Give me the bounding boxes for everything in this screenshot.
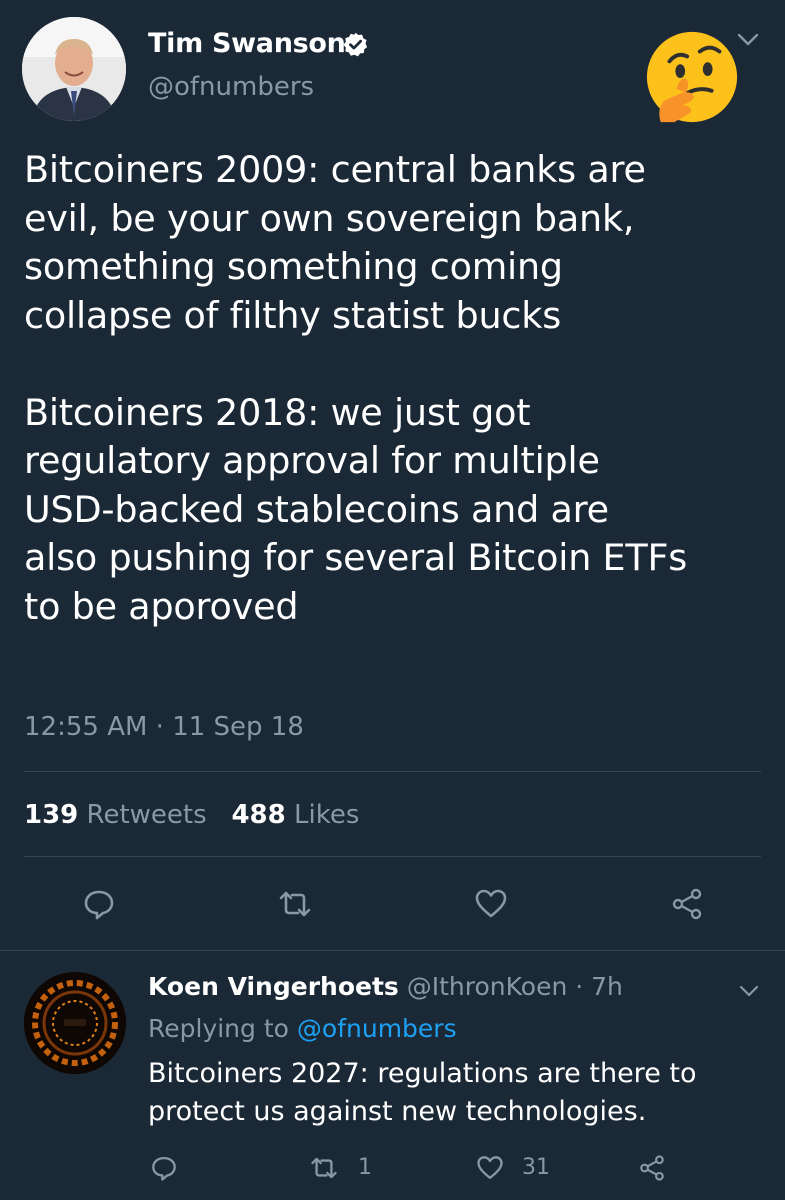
likes-label: Likes (293, 800, 360, 830)
retweets-stat[interactable]: 139 Retweets (24, 800, 207, 830)
likes-count: 488 (231, 800, 286, 830)
reply-text: Bitcoiners 2027: regulations are there t… (148, 1058, 697, 1127)
author-name[interactable]: Tim Swanson (148, 28, 346, 59)
reply-header: Koen Vingerhoets @IthronKoen · 7h (148, 972, 623, 1001)
divider (24, 771, 761, 772)
tweet-text: Bitcoiners 2009: central banks are evil,… (24, 148, 688, 628)
like-icon[interactable] (474, 887, 508, 921)
reply-like-count: 31 (522, 1155, 550, 1180)
author-avatar[interactable] (22, 17, 126, 121)
reply-author-name[interactable]: Koen Vingerhoets (148, 972, 399, 1001)
chevron-down-icon[interactable] (736, 30, 760, 48)
retweets-label: Retweets (86, 800, 207, 830)
reply-author-avatar[interactable] (24, 972, 126, 1074)
replying-prefix: Replying to (148, 1014, 289, 1043)
reply-like-icon[interactable] (476, 1154, 504, 1182)
share-icon[interactable] (670, 887, 704, 921)
divider (24, 856, 761, 857)
reply-age: · 7h (575, 972, 623, 1001)
verified-badge-icon (343, 32, 368, 57)
likes-stat[interactable]: 488 Likes (231, 800, 359, 830)
retweets-count: 139 (24, 800, 79, 830)
tweet-timestamp[interactable]: 12:55 AM · 11 Sep 18 (24, 712, 304, 742)
author-handle[interactable]: @ofnumbers (148, 72, 314, 102)
reply-chevron-down-icon[interactable] (738, 983, 760, 999)
reply-reply-icon[interactable] (150, 1154, 178, 1182)
reply-share-icon[interactable] (638, 1154, 666, 1182)
reply-icon[interactable] (82, 887, 116, 921)
replying-to-link[interactable]: @ofnumbers (297, 1014, 457, 1043)
section-divider (0, 950, 785, 951)
replying-to-line: Replying to @ofnumbers (148, 1014, 457, 1043)
reply-author-handle[interactable]: @IthronKoen (407, 972, 568, 1001)
reply-retweet-count: 1 (358, 1155, 372, 1180)
retweet-icon[interactable] (278, 887, 312, 921)
tweet-stats: 139 Retweets 488 Likes (24, 800, 359, 830)
reply-retweet-icon[interactable] (310, 1154, 338, 1182)
thinking-face-emoji (646, 31, 738, 123)
